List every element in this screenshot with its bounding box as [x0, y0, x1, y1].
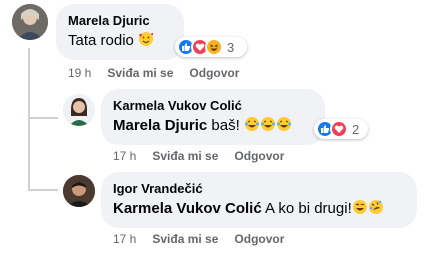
comment-time[interactable]: 17 h — [113, 232, 136, 246]
comment-time[interactable]: 17 h — [113, 149, 136, 163]
thread-line-curve — [28, 117, 58, 119]
comment-bubble: Karmela Vukov Colić Marela Djuric baš! — [101, 89, 325, 145]
mention-link[interactable]: Karmela Vukov Colić — [113, 200, 262, 217]
reaction-summary[interactable]: 2 — [314, 119, 368, 139]
thread-line — [28, 118, 30, 190]
comment-meta: 17 h Sviđa mi se Odgovor — [113, 232, 300, 246]
laughing-tears-emoji-icon — [260, 117, 275, 131]
comment-author[interactable]: Karmela Vukov Colić — [113, 97, 313, 114]
comment-author[interactable]: Marela Djuric — [68, 12, 172, 29]
avatar-photo — [12, 4, 48, 40]
avatar[interactable] — [63, 175, 95, 207]
reply-button[interactable]: Odgovor — [234, 232, 284, 246]
rolling-laughing-emoji-icon — [368, 200, 383, 214]
smiling-hearts-emoji-icon — [139, 32, 154, 46]
avatar-photo — [63, 175, 95, 207]
avatar[interactable] — [12, 4, 48, 40]
comment-body: A ko bi drugi! — [265, 200, 352, 217]
thread-line — [28, 48, 30, 118]
reaction-count: 3 — [227, 39, 235, 55]
reply-button[interactable]: Odgovor — [234, 149, 284, 163]
love-icon — [330, 120, 348, 138]
comment-text: Tata rodio — [68, 31, 172, 51]
grinning-emoji-icon — [352, 200, 367, 214]
comment-body: Tata rodio — [68, 32, 134, 49]
reply-button[interactable]: Odgovor — [189, 66, 239, 80]
like-button[interactable]: Sviđa mi se — [152, 149, 218, 163]
avatar-photo — [63, 94, 95, 126]
avatar[interactable] — [63, 94, 95, 126]
laughing-tears-emoji-icon — [276, 117, 291, 131]
comment-text: Karmela Vukov Colić A ko bi drugi! — [113, 199, 405, 219]
comment-meta: 19 h Sviđa mi se Odgovor — [68, 66, 255, 80]
laughing-tears-emoji-icon — [244, 117, 259, 131]
like-button[interactable]: Sviđa mi se — [152, 232, 218, 246]
reaction-summary[interactable]: 3 — [175, 37, 247, 57]
comment-time[interactable]: 19 h — [68, 66, 91, 80]
comment-bubble: Igor Vrandečić Karmela Vukov Colić A ko … — [101, 172, 417, 228]
haha-icon — [205, 38, 223, 56]
mention-link[interactable]: Marela Djuric — [113, 117, 207, 134]
comment-text: Marela Djuric baš! — [113, 116, 313, 136]
comment-author[interactable]: Igor Vrandečić — [113, 180, 405, 197]
reaction-count: 2 — [352, 121, 360, 137]
thread-line-curve — [28, 189, 58, 191]
comment-bubble: Marela Djuric Tata rodio — [56, 4, 184, 60]
like-button[interactable]: Sviđa mi se — [107, 66, 173, 80]
comment-body: baš! — [211, 117, 240, 134]
comment-meta: 17 h Sviđa mi se Odgovor — [113, 149, 300, 163]
